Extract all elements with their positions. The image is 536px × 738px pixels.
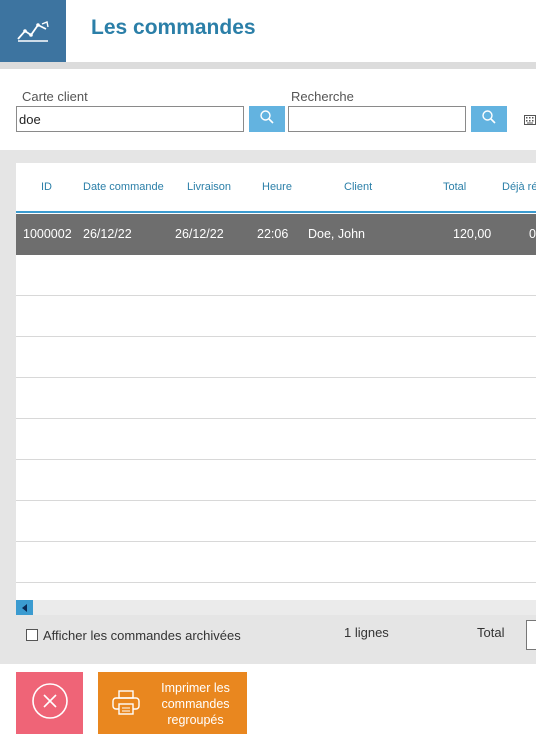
table-row — [16, 542, 536, 583]
keyboard-icon[interactable] — [524, 113, 536, 131]
orders-table: ID Date commande Livraison Heure Client … — [16, 163, 536, 600]
column-header-heure[interactable]: Heure — [262, 181, 292, 193]
column-header-client[interactable]: Client — [344, 181, 372, 193]
trend-chart-icon — [0, 0, 66, 62]
close-button[interactable] — [16, 672, 83, 734]
scroll-left-button[interactable] — [16, 600, 33, 615]
column-header-livraison[interactable]: Livraison — [187, 181, 231, 193]
cell-client: Doe, John — [308, 227, 365, 241]
arrow-left-icon — [21, 599, 29, 617]
cell-heure: 22:06 — [257, 227, 289, 241]
column-header-id[interactable]: ID — [41, 181, 52, 193]
table-row — [16, 337, 536, 378]
cell-id: 1000002 — [23, 227, 72, 241]
card-client-label: Carte client — [22, 89, 88, 104]
lines-count: 1 lignes — [344, 625, 389, 640]
header-bar: Les commandes — [0, 0, 536, 62]
table-row — [16, 378, 536, 419]
card-client-input[interactable] — [16, 106, 244, 132]
table-header: ID Date commande Livraison Heure Client … — [16, 163, 536, 213]
search-icon — [481, 109, 497, 130]
print-button-label: Imprimer les commandes regroupés — [161, 681, 230, 727]
column-header-total[interactable]: Total — [443, 181, 466, 193]
printer-icon — [112, 690, 140, 721]
cell-deja-regle: 0 — [529, 227, 536, 241]
print-grouped-orders-button[interactable]: Imprimer les commandes regroupés — [98, 672, 247, 734]
horizontal-scrollbar[interactable] — [16, 600, 536, 615]
table-row — [16, 501, 536, 542]
table-row — [16, 296, 536, 337]
recherche-search-button[interactable] — [471, 106, 507, 132]
table-row — [16, 255, 536, 296]
search-icon — [259, 109, 275, 130]
table-row — [16, 419, 536, 460]
card-client-search-button[interactable] — [249, 106, 285, 132]
table-row[interactable]: 1000002 26/12/22 26/12/22 22:06 Doe, Joh… — [16, 214, 536, 255]
cell-total: 120,00 — [453, 227, 492, 241]
show-archived-label[interactable]: Afficher les commandes archivées — [43, 628, 241, 643]
column-header-deja-regle[interactable]: Déjà ré — [502, 181, 536, 193]
close-circle-icon — [30, 681, 70, 726]
page-title: Les commandes — [91, 16, 256, 39]
show-archived-checkbox[interactable] — [26, 629, 38, 641]
recherche-input[interactable] — [288, 106, 466, 132]
table-row — [16, 460, 536, 501]
recherche-label: Recherche — [291, 89, 354, 104]
column-header-date-commande[interactable]: Date commande — [83, 181, 164, 193]
total-field — [526, 620, 536, 650]
cell-date-commande: 26/12/22 — [83, 227, 132, 241]
header-divider — [0, 62, 536, 69]
total-label: Total — [477, 625, 505, 640]
cell-livraison: 26/12/22 — [175, 227, 224, 241]
